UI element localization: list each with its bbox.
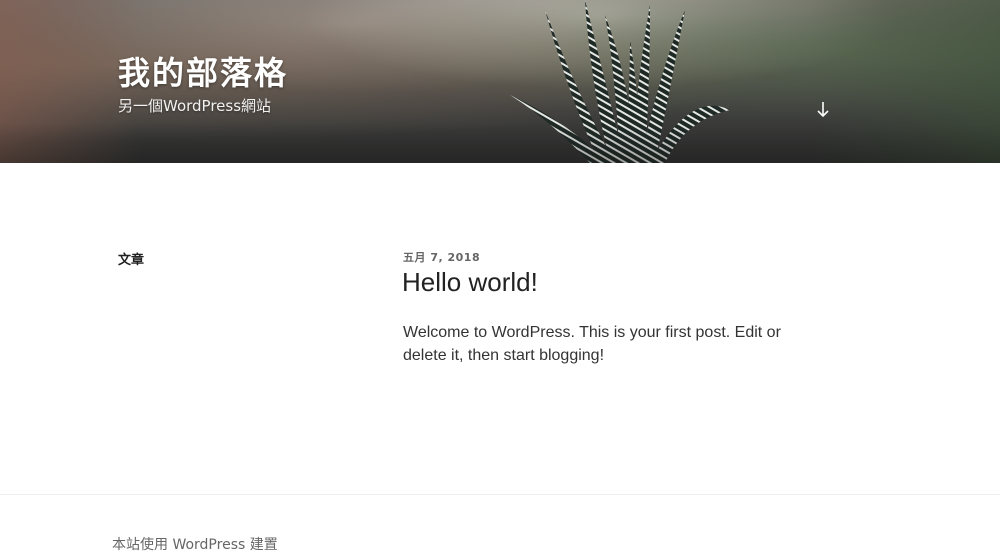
- post-date[interactable]: 五月 7, 2018: [403, 249, 480, 265]
- footer-divider: [0, 494, 1000, 495]
- header-shade: [0, 123, 1000, 163]
- page-heading: 文章: [118, 253, 145, 268]
- site-description: 另一個WordPress網站: [118, 97, 272, 115]
- site-header: 我的部落格 另一個WordPress網站: [0, 0, 1000, 163]
- footer-credit-link[interactable]: 本站使用 WordPress 建置: [112, 534, 278, 554]
- arrow-down-icon[interactable]: [812, 98, 834, 122]
- post-excerpt: Welcome to WordPress. This is your first…: [403, 324, 781, 364]
- main-content: 文章 五月 7, 2018 Hello world! Welcome to Wo…: [0, 163, 1000, 495]
- site-title[interactable]: 我的部落格: [118, 48, 288, 94]
- post-title[interactable]: Hello world!: [402, 267, 538, 298]
